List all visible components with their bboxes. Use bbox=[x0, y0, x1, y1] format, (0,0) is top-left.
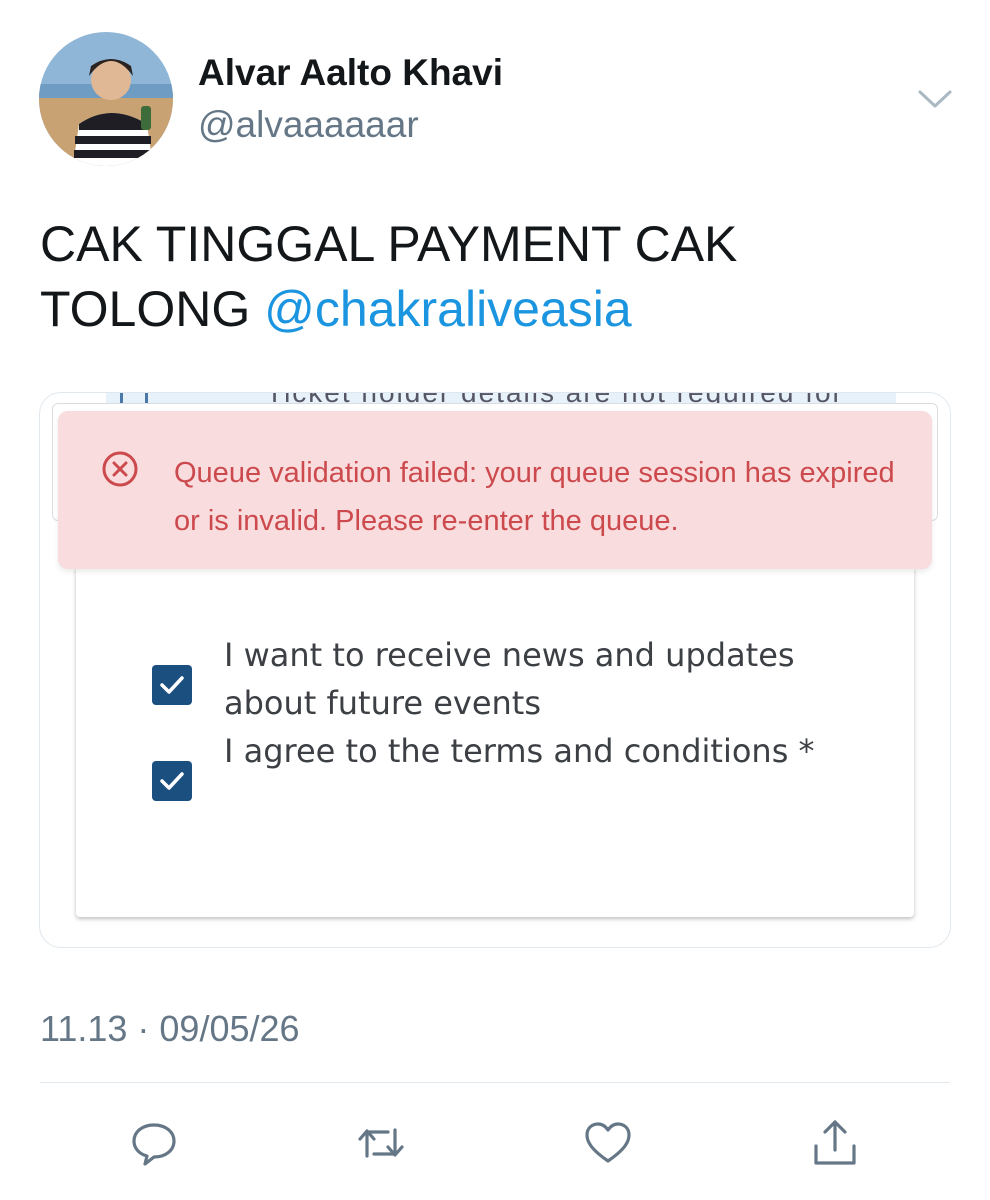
tweet-timestamp[interactable]: 11.13 · 09/05/26 bbox=[40, 1008, 300, 1050]
like-icon[interactable] bbox=[581, 1116, 635, 1170]
tweet-text-line-2: TOLONG bbox=[40, 281, 265, 337]
checkmark-icon bbox=[160, 772, 184, 790]
terms-checkbox[interactable] bbox=[152, 761, 192, 801]
error-message: Queue validation failed: your queue sess… bbox=[174, 457, 895, 537]
error-x-circle-icon bbox=[100, 449, 140, 489]
retweet-icon[interactable] bbox=[354, 1116, 408, 1170]
queue-error-toast: Queue validation failed: your queue sess… bbox=[58, 411, 932, 569]
author-display-name[interactable]: Alvar Aalto Khavi bbox=[198, 52, 503, 94]
mention-link[interactable]: @chakraliveasia bbox=[264, 281, 632, 337]
avatar[interactable] bbox=[39, 32, 173, 166]
avatar-photo bbox=[39, 32, 173, 166]
chevron-down-icon[interactable] bbox=[917, 86, 953, 112]
tweet-media-image[interactable]: Ticket holder details are not required f… bbox=[39, 392, 951, 948]
share-icon[interactable] bbox=[808, 1116, 862, 1170]
newsletter-checkbox-label: I want to receive news and updates about… bbox=[224, 636, 795, 722]
checkmark-icon bbox=[160, 676, 184, 694]
terms-checkbox-label: I agree to the terms and conditions * bbox=[224, 732, 815, 770]
divider bbox=[40, 1082, 950, 1083]
author-handle[interactable]: @alvaaaaaar bbox=[198, 104, 419, 146]
reply-icon[interactable] bbox=[127, 1116, 181, 1170]
tweet-text: CAK TINGGAL PAYMENT CAK TOLONG @chakraliv… bbox=[40, 212, 940, 342]
tweet-text-line-1: CAK TINGGAL PAYMENT CAK bbox=[40, 216, 738, 272]
newsletter-checkbox[interactable] bbox=[152, 665, 192, 705]
